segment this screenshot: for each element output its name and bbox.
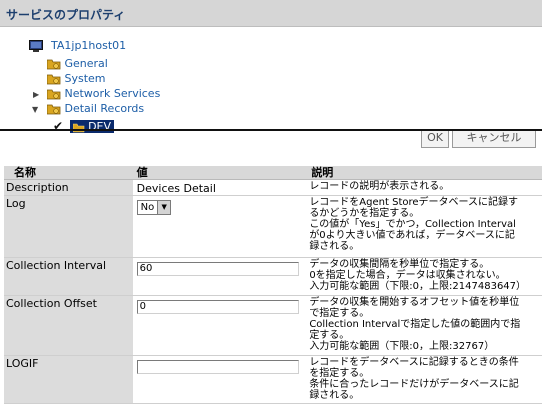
log-select[interactable]: No ▼ bbox=[136, 200, 172, 215]
tree-node-network-services[interactable]: Network Services bbox=[47, 87, 160, 101]
property-name: Collection Offset bbox=[4, 295, 133, 356]
tree-node-general[interactable]: General bbox=[47, 57, 108, 71]
tree-label-detail-records: Detail Records bbox=[64, 102, 145, 115]
tree-label-dev: DEV bbox=[88, 120, 112, 133]
description-line: 録される。 bbox=[309, 241, 360, 252]
description-line: 条件に合ったレコードだけがデータベースに記 bbox=[309, 379, 519, 390]
property-description: レコードの説明が表示される。 bbox=[307, 179, 542, 196]
description-line: 録される。 bbox=[309, 390, 360, 401]
folder-icon bbox=[47, 59, 61, 70]
property-name: LOGIF bbox=[4, 355, 133, 404]
dropdown-arrow-icon: ▼ bbox=[157, 201, 171, 214]
tree-label-general: General bbox=[64, 57, 108, 70]
folder-icon bbox=[47, 104, 61, 115]
description-line: 0を指定した場合，データは収集されない。 bbox=[309, 270, 506, 281]
description-line: 入力可能な範囲（下限:0，上限:2147483647） bbox=[309, 281, 527, 292]
description-line: 定する。 bbox=[309, 330, 350, 341]
tree-node-detail-records[interactable]: Detail Records bbox=[47, 102, 144, 116]
log-select-value: No bbox=[140, 202, 155, 213]
description-line: レコードをAgent Storeデータベースに記録す bbox=[309, 197, 519, 208]
description-line: が0より大きい値であれば，データベースに記 bbox=[309, 230, 515, 241]
window-title-bar: サービスのプロパティ bbox=[0, 0, 542, 27]
property-name: Description bbox=[4, 179, 133, 196]
description-line: この値が「Yes」でかつ，Collection Interval bbox=[309, 219, 516, 230]
property-value-cell bbox=[132, 355, 308, 404]
property-name: Collection Interval bbox=[4, 257, 133, 296]
ok-button[interactable]: OK bbox=[421, 131, 449, 148]
table-header-row: 名称 値 説明 bbox=[4, 166, 542, 180]
property-value-cell: No ▼ bbox=[132, 195, 308, 258]
description-line: 入力可能な範囲（下限:0，上限:32767） bbox=[309, 341, 495, 352]
property-description: レコードをAgent Storeデータベースに記録す るかどうかを指定する。 こ… bbox=[307, 195, 542, 258]
property-value-cell: 60 bbox=[132, 257, 308, 296]
collapse-arrow-icon[interactable]: ▼ bbox=[32, 105, 38, 114]
description-line: レコードをデータベースに記録するときの条件 bbox=[309, 357, 519, 368]
tree-label-system: System bbox=[64, 72, 106, 85]
description-line: を指定する。 bbox=[309, 368, 370, 379]
properties-table: 名称 値 説明 Description Devices Detail レコードの… bbox=[4, 166, 542, 404]
header-description: 説明 bbox=[307, 166, 542, 180]
host-icon bbox=[29, 40, 43, 52]
tree-label-host: TA1jp1host01 bbox=[51, 39, 127, 52]
collection-interval-input[interactable]: 60 bbox=[136, 262, 299, 276]
cancel-button[interactable]: キャンセル bbox=[452, 131, 536, 148]
window-title: サービスのプロパティ bbox=[6, 8, 126, 22]
table-row: Description Devices Detail レコードの説明が表示される… bbox=[4, 179, 542, 196]
property-name: Log bbox=[4, 195, 133, 258]
property-value-cell: 0 bbox=[132, 295, 308, 356]
logif-input[interactable] bbox=[136, 360, 299, 374]
table-row: Collection Interval 60 データの収集間隔を秒単位で指定する… bbox=[4, 257, 542, 296]
folder-icon bbox=[47, 89, 61, 100]
expand-arrow-icon[interactable]: ▶ bbox=[33, 90, 39, 99]
folder-icon bbox=[47, 74, 61, 85]
property-description: データの収集間隔を秒単位で指定する。 0を指定した場合，データは収集されない。 … bbox=[307, 257, 542, 296]
table-row: LOGIF レコードをデータベースに記録するときの条件 を指定する。 条件に合っ… bbox=[4, 355, 542, 404]
property-description: レコードをデータベースに記録するときの条件 を指定する。 条件に合ったレコードだ… bbox=[307, 355, 542, 404]
tree-label-network-services: Network Services bbox=[64, 87, 161, 100]
description-line: データの収集を開始するオフセット値を秒単位 bbox=[309, 297, 520, 308]
tree-node-system[interactable]: System bbox=[47, 72, 106, 86]
tree-selected-item: DEV bbox=[69, 120, 115, 133]
table-row: Log No ▼ レコードをAgent Storeデータベースに記録す るかどうか… bbox=[4, 195, 542, 258]
property-value: Devices Detail bbox=[132, 179, 308, 196]
property-description: データの収集を開始するオフセット値を秒単位 で指定する。 Collection … bbox=[307, 295, 542, 356]
description-line: データの収集間隔を秒単位で指定する。 bbox=[309, 259, 490, 270]
header-name: 名称 bbox=[4, 166, 133, 180]
collection-offset-input[interactable]: 0 bbox=[136, 300, 299, 314]
description-line: Collection Intervalで指定した値の範囲内で指 bbox=[309, 319, 521, 330]
description-line: で指定する。 bbox=[309, 308, 370, 319]
description-line: るかどうかを指定する。 bbox=[309, 208, 420, 219]
tree-view: TA1jp1host01 General System ▶ Network Se… bbox=[0, 27, 542, 133]
description-line: レコードの説明が表示される。 bbox=[309, 181, 450, 192]
table-row: Collection Offset 0 データの収集を開始するオフセット値を秒単… bbox=[4, 295, 542, 356]
header-value: 値 bbox=[132, 166, 308, 180]
